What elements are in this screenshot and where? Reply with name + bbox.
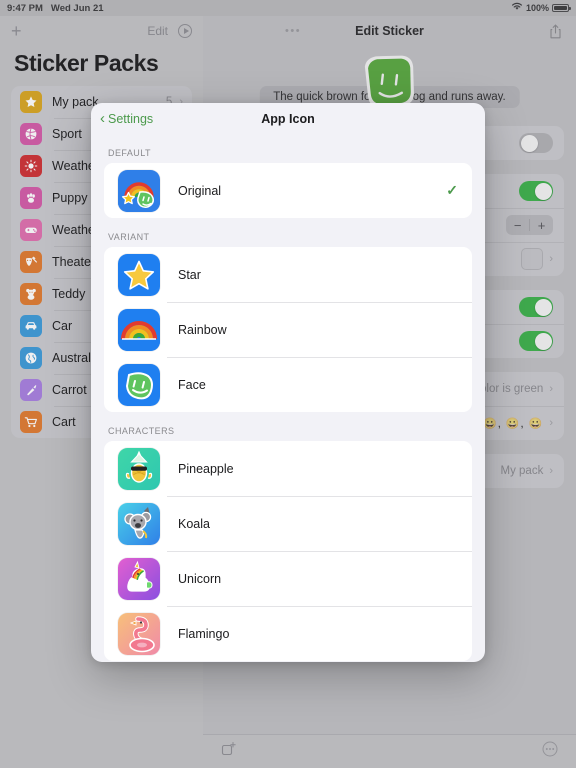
app-icon-option-koala[interactable]: Koala xyxy=(104,496,472,551)
app-icon-option-flamingo[interactable]: Flamingo xyxy=(104,606,472,661)
app-icon-modal: ‹ Settings App Icon DEFAULT Original ✓ VARI… xyxy=(91,103,485,662)
section-group: Star Rainbow Face xyxy=(104,247,472,412)
unicorn-app-icon xyxy=(118,557,160,600)
section-header: VARIANT xyxy=(108,232,150,242)
app-icon-label: Flamingo xyxy=(178,626,230,641)
section-group: Pineapple Koala Unicorn Flamingo xyxy=(104,441,472,661)
section-group: Original ✓ xyxy=(104,163,472,218)
app-icon-option-pineapple[interactable]: Pineapple xyxy=(104,441,472,496)
back-label: Settings xyxy=(108,111,154,126)
koala-app-icon xyxy=(118,502,160,545)
app-icon-label: Star xyxy=(178,267,201,282)
app-icon-option-star[interactable]: Star xyxy=(104,247,472,302)
app-icon-option-face[interactable]: Face xyxy=(104,357,472,412)
flamingo-app-icon xyxy=(118,612,160,655)
star-app-icon xyxy=(118,253,160,296)
app-icon-option-rainbow[interactable]: Rainbow xyxy=(104,302,472,357)
app-icon-label: Original xyxy=(178,183,222,198)
app-icon-label: Koala xyxy=(178,516,210,531)
app-icon-label: Rainbow xyxy=(178,322,227,337)
section-header: CHARACTERS xyxy=(108,426,175,436)
app-icon-list: DEFAULT Original ✓ VARIANT Star Rainbow Face CH… xyxy=(91,134,485,661)
back-to-settings-button[interactable]: ‹ Settings xyxy=(100,109,154,127)
checkmark-icon: ✓ xyxy=(446,182,458,198)
screen-root: 9:47 PM Wed Jun 21 100% + Edit Sticker P… xyxy=(0,0,576,768)
pineapple-app-icon xyxy=(118,447,160,490)
app-icon-option-original[interactable]: Original ✓ xyxy=(104,163,472,218)
app-icon-label: Unicorn xyxy=(178,571,222,586)
app-icon-label: Pineapple xyxy=(178,461,234,476)
rainbow-app-icon xyxy=(118,308,160,351)
app-icon-option-unicorn[interactable]: Unicorn xyxy=(104,551,472,606)
app-icon-label: Face xyxy=(178,377,206,392)
original-app-icon xyxy=(118,169,160,212)
chevron-left-icon: ‹ xyxy=(100,109,105,127)
section-header: DEFAULT xyxy=(108,148,151,158)
face-app-icon xyxy=(118,363,160,406)
modal-navbar: ‹ Settings App Icon xyxy=(91,103,485,134)
